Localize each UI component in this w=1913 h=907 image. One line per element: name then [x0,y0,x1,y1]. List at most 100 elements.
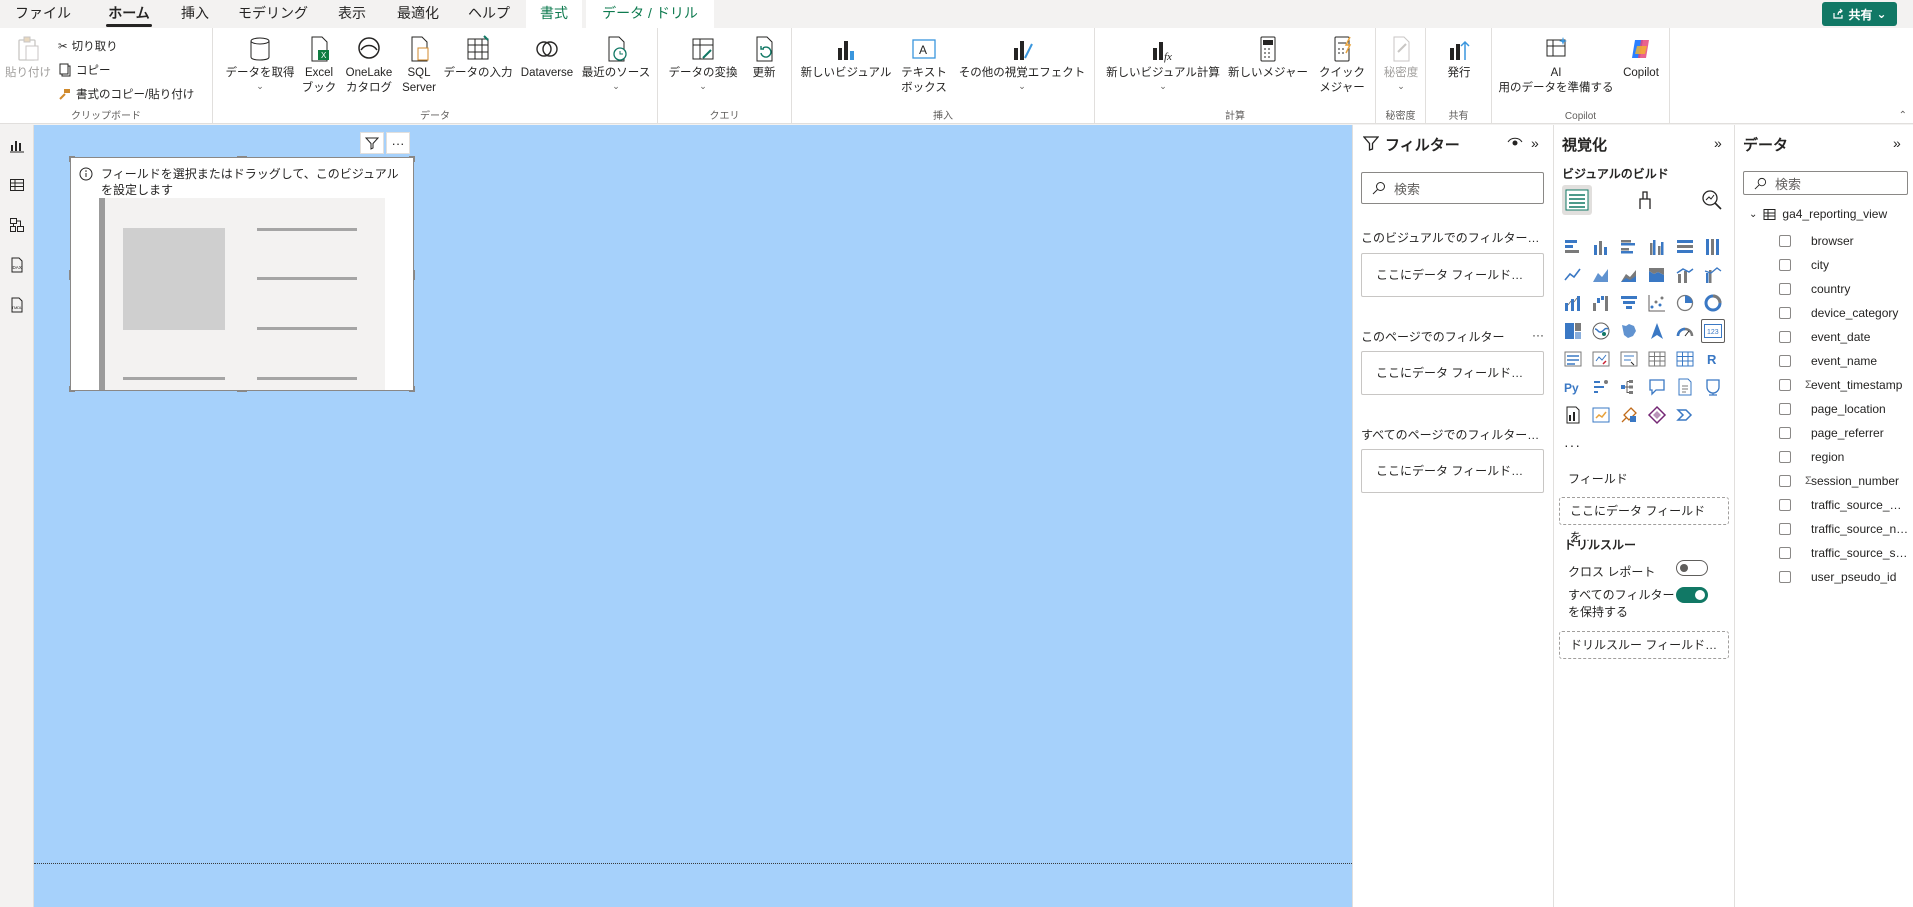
recent-sources-button[interactable]: 最近のソース ⌄ [579,34,653,93]
treemap-icon[interactable] [1561,319,1585,343]
field-checkbox[interactable] [1779,427,1791,439]
multi-card-icon[interactable] [1561,347,1585,371]
share-button[interactable]: 共有 ⌄ [1822,2,1897,26]
more-options-icon[interactable]: ··· [1532,328,1544,345]
map-icon[interactable] [1589,319,1613,343]
pie-icon[interactable] [1673,291,1697,315]
area-icon[interactable] [1589,263,1613,287]
stacked-column-icon[interactable] [1589,235,1613,259]
filled-map-icon[interactable] [1617,319,1641,343]
key-influencers-icon[interactable] [1589,375,1613,399]
format-painter-button[interactable]: 書式のコピー/貼り付け [58,86,194,102]
drillthrough-well[interactable]: ドリルスルー フィールド… [1559,631,1729,659]
field-item[interactable]: browser [1779,231,1854,251]
more-2-icon[interactable] [1673,403,1697,427]
paginated-icon[interactable] [1701,375,1725,399]
refresh-button[interactable]: 更新 [742,34,786,81]
azure-map-icon[interactable] [1645,319,1669,343]
table-icon[interactable] [1645,347,1669,371]
field-checkbox[interactable] [1779,259,1791,271]
collapse-ribbon-icon[interactable]: ⌃ [1899,110,1907,121]
field-item[interactable]: Σevent_timestamp [1779,375,1902,395]
field-item[interactable]: event_date [1779,327,1870,347]
keep-filters-toggle[interactable] [1676,587,1708,603]
stacked-bar-icon[interactable] [1561,235,1585,259]
field-checkbox[interactable] [1779,523,1791,535]
report-canvas[interactable]: フィールドを選択またはドラッグして、このビジュアルを設定します ··· [34,125,1352,907]
build-visual-tab-icon[interactable] [1562,185,1592,215]
field-item[interactable]: region [1779,447,1844,467]
visual-calc-button[interactable]: fx 新しいビジュアル計算 ⌄ [1103,34,1223,93]
field-checkbox[interactable] [1779,283,1791,295]
excel-button[interactable]: X Excel ブック [299,34,339,96]
stacked-area-icon[interactable] [1617,263,1641,287]
all-pages-filter-well[interactable]: ここにデータ フィールド… [1361,449,1544,493]
dax-query-view-icon[interactable]: DAX [7,255,27,275]
tab-help[interactable]: ヘルプ [460,0,518,28]
quick-measure-button[interactable]: クイック メジャー [1313,34,1371,96]
field-item[interactable]: city [1779,255,1829,275]
field-checkbox[interactable] [1779,571,1791,583]
waterfall-icon[interactable] [1589,291,1613,315]
visual-filter-icon[interactable] [360,132,384,154]
more-visuals-icon[interactable]: ··· [1564,437,1581,453]
donut-icon[interactable] [1701,291,1725,315]
enter-data-button[interactable]: データの入力 [441,34,515,81]
qa-icon[interactable] [1645,375,1669,399]
field-item[interactable]: country [1779,279,1850,299]
tmdl-view-icon[interactable]: TMDL [7,295,27,315]
field-item[interactable]: Σsession_number [1779,471,1899,491]
ribbon-icon[interactable] [1561,291,1585,315]
field-checkbox[interactable] [1779,379,1791,391]
table-node[interactable]: ⌄ ga4_reporting_view [1749,207,1887,221]
more-options-icon[interactable]: ··· [386,132,410,154]
clustered-bar-icon[interactable] [1617,235,1641,259]
line-icon[interactable] [1561,263,1585,287]
card-icon[interactable]: 123 [1701,319,1725,343]
field-item[interactable]: event_name [1779,351,1877,371]
100-bar-icon[interactable] [1673,235,1697,259]
filters-search-input[interactable]: 検索 [1361,172,1544,204]
tab-optimize[interactable]: 最適化 [390,0,446,28]
slicer-icon[interactable] [1617,347,1641,371]
tab-view[interactable]: 表示 [328,0,376,28]
textbox-button[interactable]: A テキスト ボックス [896,34,952,96]
paste-button[interactable]: 貼り付け [4,34,52,81]
metrics-icon[interactable] [1561,403,1585,427]
ai-data-prep-button[interactable]: AI 用のデータを準備する [1496,34,1616,96]
chevron-down-icon[interactable]: ⌄ [1749,209,1757,220]
publish-button[interactable]: 発行 [1436,34,1482,81]
field-checkbox[interactable] [1779,307,1791,319]
python-icon[interactable]: Py [1561,375,1585,399]
collapse-filters-icon[interactable]: » [1531,135,1539,151]
power-automate-icon[interactable] [1617,403,1641,427]
model-view-icon[interactable] [7,215,27,235]
new-measure-button[interactable]: 新しいメジャー [1225,34,1311,81]
onelake-button[interactable]: OneLake カタログ [341,34,397,96]
report-view-icon[interactable] [7,135,27,155]
tab-file[interactable]: ファイル [8,0,78,28]
cut-button[interactable]: ✂ 切り取り [58,38,118,54]
field-checkbox[interactable] [1779,475,1791,487]
tab-modeling[interactable]: モデリング [232,0,314,28]
field-checkbox[interactable] [1779,355,1791,367]
kpi-icon[interactable] [1589,347,1613,371]
line-clustered-icon[interactable] [1701,263,1725,287]
visual-filter-well[interactable]: ここにデータ フィールド… [1361,253,1544,297]
sensitivity-button[interactable]: 秘密度 ⌄ [1380,34,1422,93]
funnel-icon[interactable] [1617,291,1641,315]
tab-insert[interactable]: 挿入 [172,0,218,28]
field-item[interactable]: traffic_source_… [1779,495,1902,515]
clustered-column-icon[interactable] [1645,235,1669,259]
new-visual-button[interactable]: 新しいビジュアル [798,34,894,81]
field-item[interactable]: traffic_source_s… [1779,543,1908,563]
dataverse-button[interactable]: Dataverse [517,34,577,81]
transform-data-button[interactable]: データの変換 ⌄ [666,34,740,93]
field-item[interactable]: traffic_source_n… [1779,519,1908,539]
field-checkbox[interactable] [1779,403,1791,415]
field-item[interactable]: device_category [1779,303,1898,323]
more-visuals-button[interactable]: その他の視覚エフェクト ⌄ [954,34,1090,93]
copilot-button[interactable]: Copilot [1616,34,1666,81]
field-item[interactable]: page_location [1779,399,1886,419]
field-checkbox[interactable] [1779,451,1791,463]
